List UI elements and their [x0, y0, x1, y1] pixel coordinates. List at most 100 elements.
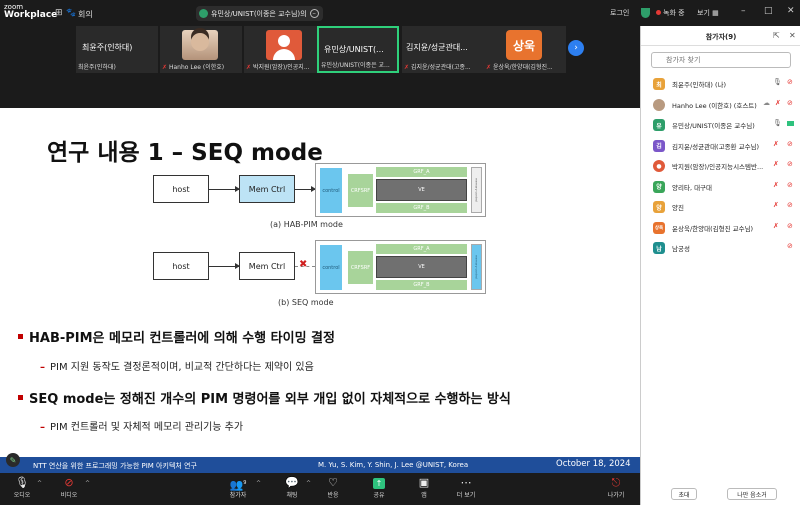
video-tile[interactable]: 최윤주(인하대) 최윤주(인하대) — [76, 26, 158, 73]
audio-label: 오디오 — [13, 492, 31, 499]
zoom-window: zoom Workplace ⊞ 🐾 회의 유민상/UNIST(이종은 교수님)… — [0, 0, 800, 505]
annotate-pen-icon[interactable]: ✎ — [6, 453, 20, 467]
leave-button[interactable]: ⎋ 나가기 — [596, 476, 636, 499]
mic-on-icon[interactable]: 🎙 — [773, 78, 782, 86]
pop-out-icon[interactable]: ⇱ — [773, 31, 780, 40]
shield-icon[interactable] — [641, 8, 650, 18]
participants-count: 9 — [243, 480, 247, 486]
pim-control-a: control — [320, 168, 342, 213]
audio-options-caret-icon[interactable]: ^ — [37, 480, 42, 487]
mic-muted-icon[interactable]: ✗ — [773, 181, 779, 189]
tile-name: 최윤주(인하대) — [82, 43, 133, 52]
participants-button[interactable]: 👥9 참가자 — [218, 476, 258, 499]
participant-avatar: 양 — [653, 201, 665, 213]
mic-muted-icon[interactable]: ✗ — [773, 160, 779, 168]
participant-photo-avatar — [653, 98, 665, 111]
mic-muted-icon[interactable]: ✗ — [773, 222, 779, 230]
recording-indicator[interactable]: 녹화 중 — [656, 8, 685, 18]
react-button[interactable]: ♡ 반응 — [313, 476, 353, 499]
srf-label: SRF — [360, 264, 371, 271]
tile-sub: ✗ Hanho Lee (이한호) — [162, 62, 224, 71]
leave-label: 나가기 — [607, 492, 625, 499]
video-off-icon[interactable]: ⊘ — [787, 242, 793, 250]
tile-sub-text: 박지원(암장)/인공지... — [252, 64, 310, 71]
participants-caret-icon[interactable]: ^ — [256, 480, 261, 487]
video-button[interactable]: ⊘ 비디오 — [49, 476, 89, 499]
heart-icon: ♡ — [328, 476, 338, 489]
video-tile-active-speaker[interactable]: 유민상/UNIST(... 유민상/UNIST(이종은 교... — [317, 26, 399, 73]
participant-row[interactable]: Hanho Lee (이한호) (호스트) ☁ ✗ ⊘ — [641, 95, 800, 116]
grf-a-b: GRF_A — [376, 244, 467, 254]
participant-row[interactable]: 김 김지윤/성균관대(고종환 교수님) ✗ ⊘ — [641, 136, 800, 157]
crf-label: CRF — [350, 187, 361, 194]
mute-me-button[interactable]: 나만 음소거 — [727, 488, 777, 500]
participant-avatar: 남 — [653, 242, 665, 254]
minimize-icon[interactable]: – — [741, 6, 746, 16]
participant-row[interactable]: 남 남궁성 ⊘ — [641, 238, 800, 259]
participant-photo — [182, 30, 218, 60]
video-tile[interactable]: 김지윤/성균관대... ✗ 김지윤/성균관대(고종... — [402, 26, 484, 73]
shared-slide: 연구 내용 1 – SEQ mode host Mem Ctrl control… — [0, 108, 640, 473]
paw-icon[interactable]: 🐾 — [66, 8, 76, 17]
minimize-share-icon[interactable]: – — [309, 9, 319, 18]
record-dot-icon — [656, 10, 661, 15]
meeting-label[interactable]: 회의 — [78, 9, 93, 20]
maximize-icon[interactable]: □ — [764, 6, 773, 16]
participant-row[interactable]: 상욱 윤상욱/한양대(김형진 교수님) ✗ ⊘ — [641, 218, 800, 239]
participant-row[interactable]: 유 유민상/UNIST(이종은 교수님) 🎙 — [641, 115, 800, 136]
leave-icon: ⎋ — [611, 476, 621, 489]
login-link[interactable]: 로그인 — [610, 8, 629, 18]
video-on-icon[interactable] — [787, 119, 794, 128]
speaker-name: 유민상/UNIST(이종은 교수님)의 — [211, 9, 307, 18]
video-off-icon[interactable]: ⊘ — [787, 78, 793, 86]
video-off-icon[interactable]: ⊘ — [787, 99, 793, 107]
participant-avatar: 김 — [653, 139, 665, 152]
video-off-icon[interactable]: ⊘ — [787, 160, 793, 168]
person-icon: ● — [653, 160, 665, 172]
more-label: 더 보기 — [456, 492, 476, 499]
video-tile[interactable]: ✗ Hanho Lee (이한호) — [160, 26, 242, 73]
tile-sub-text: 김지윤/성균관대(고종... — [410, 64, 471, 71]
mic-muted-icon: ✗ — [246, 64, 252, 71]
video-off-icon[interactable]: ⊘ — [787, 222, 793, 230]
blocked-x-icon: ✖ — [299, 259, 308, 270]
next-page-button[interactable]: › — [568, 40, 584, 56]
dash-icon: – — [40, 422, 45, 433]
invite-button[interactable]: 초대 — [671, 488, 697, 500]
more-button[interactable]: ⋯ 더 보기 — [446, 476, 486, 499]
host-box-b: host — [153, 252, 209, 280]
video-off-icon[interactable]: ⊘ — [787, 140, 793, 148]
video-tile[interactable]: ✗ 박지원(암장)/인공지... — [244, 26, 326, 73]
speaker-pill[interactable]: 유민상/UNIST(이종은 교수님)의 – — [196, 6, 323, 21]
tile-sub: ✗ 김지윤/성균관대(고종... — [404, 62, 471, 71]
panel-close-icon[interactable]: ✕ — [789, 31, 796, 40]
person-icon — [266, 30, 302, 60]
participant-row[interactable]: ● 박지원(암장)/인공지능시스템반... ✗ ⊘ — [641, 156, 800, 177]
mic-on-icon[interactable]: 🎙 — [773, 119, 782, 127]
video-options-caret-icon[interactable]: ^ — [85, 480, 90, 487]
chat-caret-icon[interactable]: ^ — [306, 480, 311, 487]
video-tile[interactable]: 상욱 ✗ 윤상욱/한양대(김형진... — [484, 26, 566, 73]
video-off-icon[interactable]: ⊘ — [787, 201, 793, 209]
grid-icon[interactable]: ⊞ — [55, 8, 63, 18]
participant-avatar-text: 상욱 — [506, 30, 542, 60]
participant-search-input[interactable] — [651, 52, 791, 68]
share-button[interactable]: ↑ 공유 — [359, 476, 399, 499]
participant-row[interactable]: 양 양진 ✗ ⊘ — [641, 197, 800, 218]
speaker-avatar-icon — [199, 9, 208, 18]
apps-button[interactable]: ▣ 앱 — [404, 476, 444, 499]
mic-muted-icon[interactable]: ✗ — [773, 140, 779, 148]
apps-icon: ▣ — [418, 476, 430, 489]
participant-list: 최 최윤주(인하대) (나) 🎙 ⊘ Hanho Lee (이한호) (호스트)… — [641, 74, 800, 259]
apps-label: 앱 — [421, 492, 427, 499]
audio-button[interactable]: 🎙 오디오 — [2, 476, 42, 499]
participant-row[interactable]: 양 양리타, 대구대 ✗ ⊘ — [641, 177, 800, 198]
close-icon[interactable]: ✕ — [787, 6, 795, 16]
footer-authors: M. Yu, S. Kim, Y. Shin, J. Lee @UNIST, K… — [318, 461, 469, 469]
mic-muted-icon[interactable]: ✗ — [773, 201, 779, 209]
participant-row[interactable]: 최 최윤주(인하대) (나) 🎙 ⊘ — [641, 74, 800, 95]
view-menu[interactable]: 보기 ▦ — [697, 8, 719, 18]
video-off-icon[interactable]: ⊘ — [787, 181, 793, 189]
mic-muted-icon[interactable]: ✗ — [775, 99, 781, 107]
memory-control-b: memory control — [471, 244, 482, 290]
